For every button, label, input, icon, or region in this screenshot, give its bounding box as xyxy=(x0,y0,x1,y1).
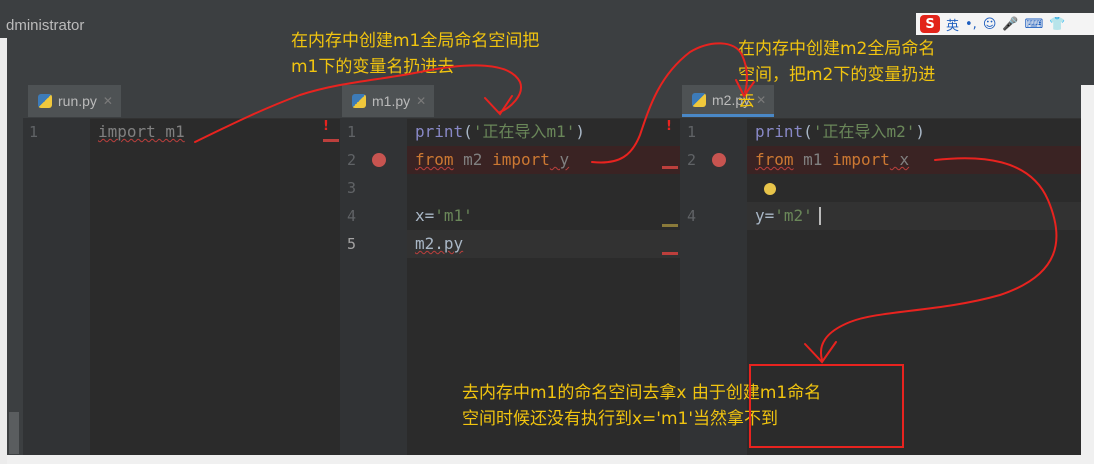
breakpoint-icon[interactable] xyxy=(372,153,386,167)
line-number: 4 xyxy=(687,207,697,225)
annotation-line: 空间，把m2下的变量扔进 xyxy=(738,65,936,85)
warning-stripe-mark[interactable] xyxy=(662,224,678,227)
left-tool-strip xyxy=(7,85,23,455)
code-token: ( xyxy=(463,122,473,141)
error-stripe-mark[interactable] xyxy=(662,252,678,255)
close-icon[interactable]: ✕ xyxy=(103,94,113,108)
editor-pane-run: run.py ✕ 1 import m1 ! xyxy=(23,85,340,455)
code-token: print xyxy=(755,122,804,141)
code-text[interactable]: m2.py xyxy=(415,230,463,258)
tab-bar: m1.py ✕ xyxy=(340,85,680,119)
tab-label: m1.py xyxy=(372,93,411,109)
line-number: 2 xyxy=(687,151,697,169)
gutter xyxy=(23,118,90,455)
code-token: '正在导入m2' xyxy=(812,122,916,141)
window-right-edge xyxy=(1081,85,1094,464)
code-token: ( xyxy=(803,122,813,141)
line-number: 4 xyxy=(347,207,357,225)
annotation-line: 在内存中创建m2全局命名 xyxy=(738,39,936,59)
code-token: y xyxy=(755,206,765,225)
code-line[interactable]: 4 x='m1' xyxy=(340,202,680,230)
ime-toolbar[interactable]: S 英 •, ☺ 🎤 ⌨ 👕 xyxy=(916,13,1094,35)
code-token: '正在导入m1' xyxy=(472,122,576,141)
code-text[interactable]: import m1 xyxy=(98,118,185,146)
window-title: dministrator xyxy=(6,17,85,34)
code-token: 'm1' xyxy=(434,206,473,225)
line-number: 5 xyxy=(347,235,357,253)
ime-skin-icon[interactable]: 👕 xyxy=(1049,17,1065,32)
python-file-icon xyxy=(692,92,706,107)
code-token: y xyxy=(549,150,570,169)
code-token: 'm2' xyxy=(774,206,813,225)
code-token: m1 xyxy=(793,150,833,169)
error-stripe-mark[interactable] xyxy=(323,139,339,142)
ime-emoji-icon[interactable]: ☺ xyxy=(983,17,997,32)
code-text[interactable]: y='m2' xyxy=(755,202,813,230)
code-line[interactable]: 1 import m1 xyxy=(23,118,340,146)
code-line[interactable]: 3 xyxy=(340,174,680,202)
close-icon[interactable]: ✕ xyxy=(416,94,426,108)
code-token: from xyxy=(755,150,794,169)
code-token: print xyxy=(415,122,464,141)
annotation-line: 在内存中创建m1全局命名空间把 xyxy=(291,31,540,51)
code-text[interactable]: x='m1' xyxy=(415,202,473,230)
code-token: x xyxy=(415,206,425,225)
annotation-m1-namespace: 在内存中创建m1全局命名空间把 m1下的变量名扔进去 xyxy=(291,28,539,80)
error-icon[interactable]: ! xyxy=(666,119,672,134)
line-number: 3 xyxy=(347,179,357,197)
lightbulb-icon[interactable] xyxy=(764,183,776,195)
code-text[interactable]: from m1 import x xyxy=(755,146,909,174)
line-number: 1 xyxy=(29,123,39,141)
tab-label: run.py xyxy=(58,93,97,109)
code-token: import m1 xyxy=(98,122,185,141)
line-number: 1 xyxy=(347,123,357,141)
ime-keyboard-icon[interactable]: ⌨ xyxy=(1025,17,1044,32)
left-scrollbar[interactable] xyxy=(9,412,19,454)
line-number: 1 xyxy=(687,123,697,141)
annotation-m2-namespace: 在内存中创建m2全局命名 空间，把m2下的变量扔进 去 xyxy=(738,36,935,114)
sogou-logo-icon[interactable]: S xyxy=(920,15,940,33)
code-line[interactable] xyxy=(680,174,1081,202)
ime-voice-icon[interactable]: 🎤 xyxy=(1002,17,1018,32)
window-edge xyxy=(0,38,7,464)
code-line[interactable]: 1 print('正在导入m1') xyxy=(340,118,680,146)
error-icon[interactable]: ! xyxy=(323,119,329,134)
code-token: ) xyxy=(575,122,585,141)
highlight-box xyxy=(749,364,904,448)
ime-lang-toggle[interactable]: 英 xyxy=(946,15,959,34)
code-token: = xyxy=(764,206,775,225)
ime-punct-icon[interactable]: •, xyxy=(965,17,977,32)
tab-run-py[interactable]: run.py ✕ xyxy=(28,85,121,117)
code-token: m2 xyxy=(453,150,493,169)
error-stripe-mark[interactable] xyxy=(662,166,678,169)
code-text[interactable]: print('正在导入m2') xyxy=(755,118,925,146)
code-token: = xyxy=(424,206,435,225)
text-caret xyxy=(819,207,821,225)
annotation-line: m1下的变量名扔进去 xyxy=(291,57,455,77)
breakpoint-icon[interactable] xyxy=(712,153,726,167)
python-file-icon xyxy=(352,94,366,108)
code-token: m2.py xyxy=(415,234,464,253)
annotation-line: 去 xyxy=(738,91,755,111)
line-number: 2 xyxy=(347,151,357,169)
code-token: import xyxy=(492,150,550,169)
code-text[interactable]: print('正在导入m1') xyxy=(415,118,585,146)
code-token: from xyxy=(415,150,454,169)
code-line[interactable]: 4 y='m2' xyxy=(680,202,1081,230)
tab-bar: run.py ✕ xyxy=(23,85,340,119)
python-file-icon xyxy=(38,94,52,108)
code-line[interactable]: 2 from m1 import x xyxy=(680,146,1081,174)
code-text[interactable]: from m2 import y xyxy=(415,146,569,174)
code-line[interactable]: 2 from m2 import y xyxy=(340,146,680,174)
code-line[interactable]: 5 m2.py xyxy=(340,230,680,258)
code-token: ) xyxy=(915,122,925,141)
tab-m1-py[interactable]: m1.py ✕ xyxy=(342,85,435,117)
code-line[interactable]: 1 print('正在导入m2') xyxy=(680,118,1081,146)
code-token: import xyxy=(832,150,890,169)
code-token: x xyxy=(889,150,910,169)
